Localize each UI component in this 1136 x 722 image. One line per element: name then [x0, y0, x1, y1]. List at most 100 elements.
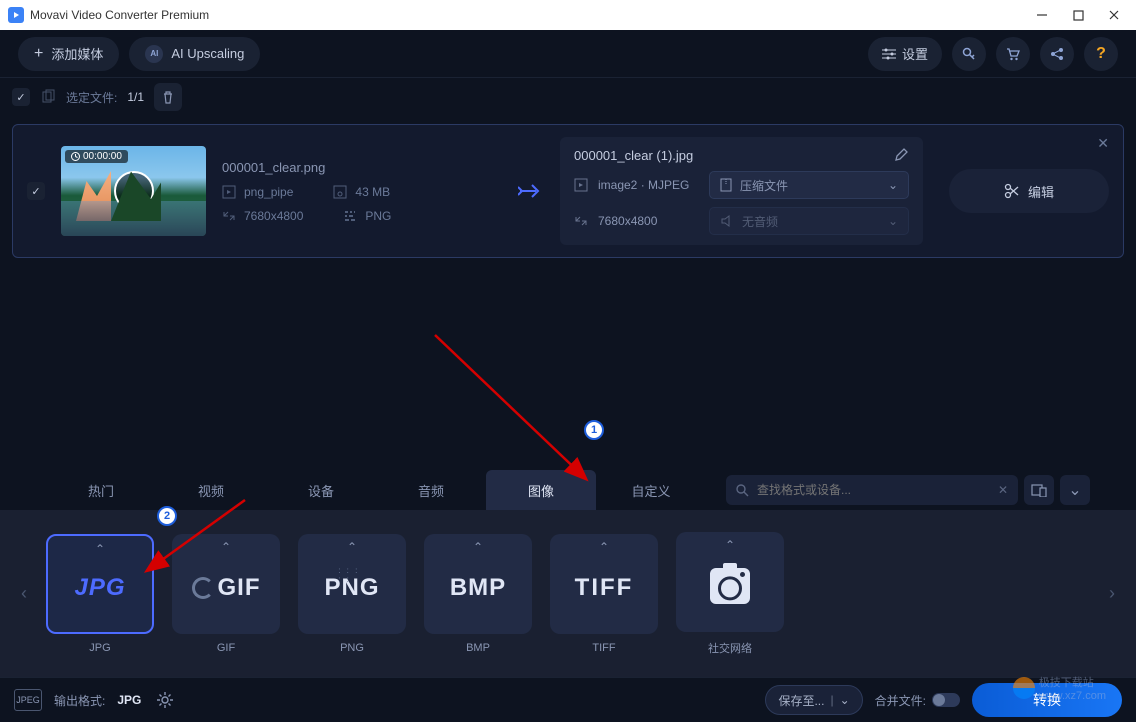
ai-upscaling-label: AI Upscaling: [171, 46, 244, 61]
edit-button[interactable]: 编辑: [949, 169, 1109, 213]
titlebar: Movavi Video Converter Premium: [0, 0, 1136, 30]
file-name: 000001_clear.png: [222, 160, 502, 175]
edit-label: 编辑: [1028, 182, 1054, 201]
compress-select[interactable]: 压缩文件 ⌄: [709, 171, 909, 199]
src-container: png_pipe: [244, 185, 293, 199]
clock-icon: [71, 152, 80, 161]
settings-button[interactable]: 设置: [868, 37, 942, 71]
window-controls: [1028, 9, 1128, 21]
key-icon: [961, 46, 977, 62]
format-settings-button[interactable]: [153, 688, 177, 712]
key-button[interactable]: [952, 37, 986, 71]
collapse-button[interactable]: ⌄: [1060, 475, 1090, 505]
bottom-bar: JPEG 输出格式: JPG 保存至... | ⌄ 合并文件: 转换: [0, 677, 1136, 722]
merge-toggle[interactable]: [932, 693, 960, 707]
file-checkbox[interactable]: ✓: [27, 182, 45, 200]
search-input[interactable]: [757, 483, 990, 497]
file-thumbnail[interactable]: 00:00:00: [61, 146, 206, 236]
maximize-button[interactable]: [1072, 9, 1084, 21]
add-media-label: 添加媒体: [51, 44, 103, 63]
merge-label: 合并文件:: [875, 692, 926, 709]
chevron-down-icon: ⌄: [840, 693, 850, 707]
format-social[interactable]: ⌃ 社交网络: [676, 532, 784, 656]
container-icon: [222, 185, 236, 199]
audio-label: 无音频: [742, 213, 778, 230]
remove-file-button[interactable]: ✕: [1097, 135, 1109, 152]
ai-upscaling-button[interactable]: AI AI Upscaling: [129, 37, 260, 71]
share-button[interactable]: [1040, 37, 1074, 71]
zip-icon: [720, 178, 732, 192]
chevron-up-icon: ⌃: [725, 538, 735, 552]
format-logo: TIFF: [575, 574, 634, 602]
selection-bar: ✓ 选定文件: 1/1: [0, 78, 1136, 116]
file-item[interactable]: ✕ ✓ 00:00:00 000001_clear.png png_pipe 4…: [12, 124, 1124, 258]
cart-button[interactable]: [996, 37, 1030, 71]
format-logo: BMP: [450, 574, 506, 602]
share-icon: [1049, 46, 1065, 62]
selected-files-label: 选定文件:: [66, 89, 117, 106]
minimize-button[interactable]: [1036, 9, 1048, 21]
format-png[interactable]: ⌃ : : : : :PNG PNG: [298, 534, 406, 654]
settings-label: 设置: [902, 44, 928, 63]
arrow-icon: [518, 182, 544, 200]
tab-video[interactable]: 视频: [156, 470, 266, 510]
format-search[interactable]: ✕: [726, 475, 1018, 505]
chevron-up-icon: ⌃: [599, 540, 609, 554]
src-codec: PNG: [365, 209, 391, 223]
scroll-left-button[interactable]: ‹: [10, 574, 38, 614]
format-bmp[interactable]: ⌃ BMP BMP: [424, 534, 532, 654]
output-format-label: 输出格式:: [54, 692, 105, 709]
play-button[interactable]: [114, 171, 154, 211]
delete-button[interactable]: [154, 83, 182, 111]
device-icon: [1031, 483, 1047, 497]
plus-icon: +: [34, 46, 43, 62]
tab-hot[interactable]: 热门: [46, 470, 156, 510]
question-icon: ?: [1096, 45, 1106, 63]
audio-select[interactable]: 无音频 ⌄: [709, 207, 909, 235]
chevron-up-icon: ⌃: [221, 540, 231, 554]
add-media-button[interactable]: + 添加媒体: [18, 37, 119, 71]
clear-search-button[interactable]: ✕: [998, 483, 1008, 497]
tab-device[interactable]: 设备: [266, 470, 376, 510]
chevron-down-icon: ⌄: [888, 214, 898, 228]
help-button[interactable]: ?: [1084, 37, 1118, 71]
pencil-icon: [893, 147, 909, 163]
format-tiff[interactable]: ⌃ TIFF TIFF: [550, 534, 658, 654]
rename-button[interactable]: [893, 147, 909, 163]
format-caption: BMP: [466, 642, 490, 654]
main-toolbar: + 添加媒体 AI AI Upscaling 设置 ?: [0, 30, 1136, 78]
format-logo: GIF: [218, 574, 261, 602]
output-format-icon: JPEG: [14, 689, 42, 711]
dst-container: image2 · MJPEG: [598, 178, 689, 192]
copy-icon: [40, 89, 56, 105]
close-button[interactable]: [1108, 9, 1120, 21]
trash-icon: [161, 90, 175, 104]
dst-resolution: 7680x4800: [598, 214, 657, 228]
format-jpg[interactable]: ⌃ JPG JPG: [46, 534, 154, 654]
cart-icon: [1005, 46, 1021, 62]
save-to-button[interactable]: 保存至... | ⌄: [765, 685, 862, 715]
search-icon: [736, 484, 749, 497]
ai-icon: AI: [145, 45, 163, 63]
sliders-icon: [882, 48, 896, 60]
scissors-icon: [1004, 183, 1020, 199]
convert-button[interactable]: 转换: [972, 683, 1122, 717]
resolution-icon: [574, 214, 588, 228]
format-logo: JPG: [74, 574, 125, 602]
resolution-icon: [222, 209, 236, 223]
chevron-up-icon: ⌃: [473, 540, 483, 554]
format-gif[interactable]: ⌃ GIF GIF: [172, 534, 280, 654]
merge-files-control: 合并文件:: [875, 692, 960, 709]
file-list: ✕ ✓ 00:00:00 000001_clear.png png_pipe 4…: [0, 116, 1136, 274]
tab-image[interactable]: 图像: [486, 470, 596, 510]
select-all-checkbox[interactable]: ✓: [12, 88, 30, 106]
tab-audio[interactable]: 音频: [376, 470, 486, 510]
format-caption: GIF: [217, 642, 235, 654]
scroll-right-button[interactable]: ›: [1098, 574, 1126, 614]
format-caption: JPG: [89, 642, 110, 654]
container-icon: [574, 178, 588, 192]
tab-custom[interactable]: 自定义: [596, 470, 706, 510]
output-format-value: JPG: [117, 693, 141, 707]
convert-label: 转换: [1033, 690, 1061, 710]
detect-device-button[interactable]: [1024, 475, 1054, 505]
